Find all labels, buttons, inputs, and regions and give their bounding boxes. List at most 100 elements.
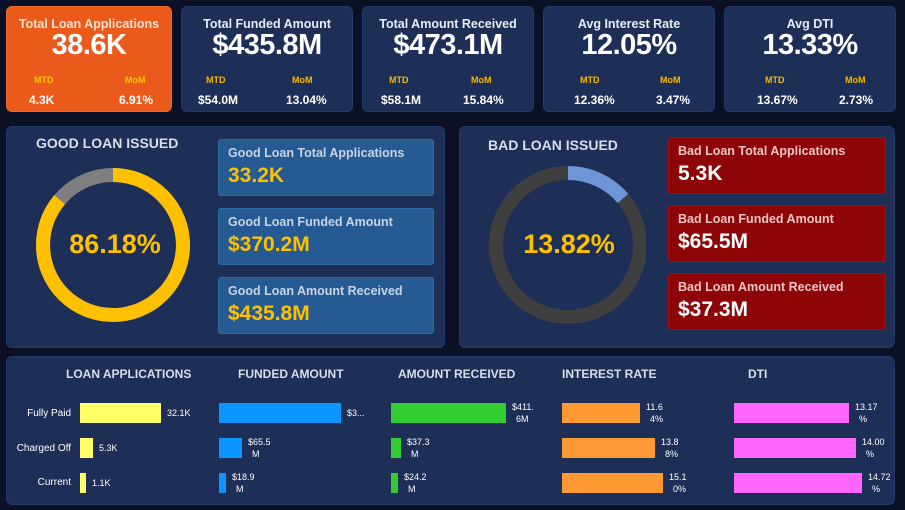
- row-label-fully-paid: Fully Paid: [27, 408, 71, 419]
- bar-value-label: 13.8 8%: [661, 436, 679, 460]
- loan-status-table: Fully Paid Charged Off Current LOAN APPL…: [6, 356, 895, 505]
- bar[interactable]: [562, 473, 663, 493]
- bar-value-line: %: [872, 484, 881, 494]
- kpi-mom-value: 15.84%: [463, 93, 504, 107]
- box-value: $370.2M: [228, 233, 310, 256]
- kpi-card-total-loan-applications[interactable]: Total Loan Applications 38.6K MTD MoM 4.…: [6, 6, 172, 112]
- kpi-mtd-label: MTD: [34, 75, 54, 85]
- bar-value-label: $411. 6M: [512, 401, 534, 425]
- bar-value-line: 11.6: [646, 402, 663, 412]
- bar-value-line: $24.2: [404, 472, 427, 482]
- box-label: Bad Loan Total Applications: [678, 144, 846, 158]
- bar-value-line: 14.00: [862, 437, 885, 447]
- column-header: FUNDED AMOUNT: [238, 367, 344, 381]
- bar[interactable]: [734, 473, 862, 493]
- box-label: Bad Loan Funded Amount: [678, 212, 834, 226]
- box-label: Bad Loan Amount Received: [678, 280, 844, 294]
- bar-value-line: 4%: [650, 414, 664, 424]
- kpi-mtd-label: MTD: [580, 75, 600, 85]
- bar[interactable]: [80, 473, 86, 493]
- kpi-card-avg-dti[interactable]: Avg DTI 13.33% MTD MoM 13.67% 2.73%: [724, 6, 896, 112]
- box-label: Good Loan Total Applications: [228, 146, 405, 160]
- bar[interactable]: [219, 403, 341, 423]
- good-loan-amount-received-box[interactable]: Good Loan Amount Received $435.8M: [218, 277, 434, 334]
- bar[interactable]: [80, 403, 161, 423]
- kpi-mom-label: MoM: [660, 75, 681, 85]
- kpi-mom-label: MoM: [845, 75, 866, 85]
- column-header: AMOUNT RECEIVED: [398, 367, 516, 381]
- kpi-mom-label: MoM: [125, 75, 146, 85]
- kpi-mtd-label: MTD: [389, 75, 409, 85]
- bar-value-label: $18.9 M: [232, 471, 255, 495]
- bar-value-line: %: [859, 414, 868, 424]
- bar[interactable]: [219, 473, 226, 493]
- good-loan-funded-amount-box[interactable]: Good Loan Funded Amount $370.2M: [218, 208, 434, 265]
- kpi-mtd-value: 13.67%: [757, 93, 798, 107]
- row-label-current: Current: [37, 477, 71, 488]
- column-header: DTI: [748, 367, 768, 381]
- bad-loan-funded-amount-box[interactable]: Bad Loan Funded Amount $65.5M: [668, 205, 886, 262]
- good-loan-panel: GOOD LOAN ISSUED 86.18% Good Loan Total …: [6, 126, 445, 348]
- bar-value-line: M: [408, 484, 416, 494]
- column-header: LOAN APPLICATIONS: [66, 367, 192, 381]
- kpi-mtd-value: $54.0M: [198, 93, 239, 107]
- bar[interactable]: [562, 403, 640, 423]
- kpi-value: $435.8M: [212, 29, 322, 61]
- bar-value-label: $37.3 M: [407, 436, 430, 460]
- bar-value-line: $37.3: [407, 437, 430, 447]
- bar-value-line: 13.17: [855, 402, 878, 412]
- good-loan-total-applications-box[interactable]: Good Loan Total Applications 33.2K: [218, 139, 434, 196]
- kpi-mtd-value: 4.3K: [29, 93, 55, 107]
- bar[interactable]: [562, 438, 655, 458]
- box-value: $65.5M: [678, 230, 749, 253]
- bar-value-line: $18.9: [232, 472, 255, 482]
- bar-value-label: $24.2 M: [404, 471, 427, 495]
- kpi-value: $473.1M: [393, 29, 503, 61]
- bar-value-line: 1.1K: [92, 478, 111, 488]
- bad-loan-total-applications-box[interactable]: Bad Loan Total Applications 5.3K: [668, 137, 886, 194]
- box-label: Good Loan Funded Amount: [228, 215, 393, 229]
- kpi-card-avg-interest-rate[interactable]: Avg Interest Rate 12.05% MTD MoM 12.36% …: [543, 6, 715, 112]
- kpi-mtd-value: 12.36%: [574, 93, 615, 107]
- bar-value-label: $3...: [347, 407, 365, 419]
- bar[interactable]: [391, 403, 506, 423]
- bar-value-label: 13.17%: [855, 401, 878, 425]
- bar-value-line: M: [411, 449, 419, 459]
- bad-loan-panel: BAD LOAN ISSUED 13.82% Bad Loan Total Ap…: [459, 126, 895, 348]
- bar-value-line: 6M: [516, 414, 529, 424]
- kpi-mom-value: 3.47%: [656, 93, 691, 107]
- bar[interactable]: [734, 438, 856, 458]
- bar-value-label: 5.3K: [99, 442, 118, 454]
- bar-value-line: 15.1: [669, 472, 687, 482]
- kpi-value: 13.33%: [762, 29, 858, 61]
- kpi-mtd-label: MTD: [206, 75, 226, 85]
- box-label: Good Loan Amount Received: [228, 284, 403, 298]
- kpi-value: 12.05%: [581, 29, 677, 61]
- bar-value-label: 15.1 0%: [669, 471, 687, 495]
- bar[interactable]: [80, 438, 93, 458]
- bad-loan-percent: 13.82%: [523, 229, 615, 259]
- bar-value-line: $411.: [512, 402, 534, 412]
- bar[interactable]: [391, 438, 401, 458]
- bar[interactable]: [219, 438, 242, 458]
- bar-value-line: 14.72: [868, 472, 891, 482]
- kpi-card-total-funded-amount[interactable]: Total Funded Amount $435.8M MTD MoM $54.…: [181, 6, 353, 112]
- box-value: 5.3K: [678, 162, 723, 185]
- bar-value-label: 1.1K: [92, 477, 111, 489]
- kpi-mom-label: MoM: [471, 75, 492, 85]
- bad-loan-amount-received-box[interactable]: Bad Loan Amount Received $37.3M: [668, 273, 886, 330]
- kpi-mom-value: 13.04%: [286, 93, 327, 107]
- bar[interactable]: [734, 403, 849, 423]
- bar-value-label: 11.6 4%: [646, 401, 663, 425]
- kpi-mtd-label: MTD: [765, 75, 785, 85]
- kpi-card-total-amount-received[interactable]: Total Amount Received $473.1M MTD MoM $5…: [362, 6, 534, 112]
- bar-value-line: M: [252, 449, 260, 459]
- bar-value-label: 14.72%: [868, 471, 891, 495]
- bar[interactable]: [391, 473, 398, 493]
- bar-value-line: $65.5: [248, 437, 271, 447]
- row-label-charged-off: Charged Off: [16, 443, 71, 454]
- bar-value-label: $65.5 M: [248, 436, 271, 460]
- bar-value-line: %: [866, 449, 875, 459]
- bar-value-line: 13.8: [661, 437, 679, 447]
- kpi-mtd-value: $58.1M: [381, 93, 422, 107]
